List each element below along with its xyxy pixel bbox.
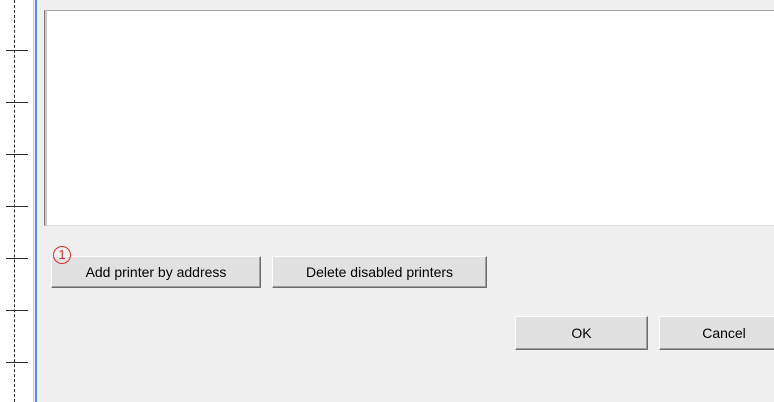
add-printer-button-label: Add printer by address <box>85 264 227 280</box>
dialog-window: Add printer by address Delete disabled p… <box>0 0 774 402</box>
delete-disabled-printers-button[interactable]: Delete disabled printers <box>272 256 487 288</box>
vertical-ruler <box>0 0 34 402</box>
ruler-tick <box>6 102 28 103</box>
ruler-tick <box>6 206 28 207</box>
ok-button-label: OK <box>571 325 592 341</box>
annotation-badge: 1 <box>53 246 71 264</box>
ruler-tick <box>6 50 28 51</box>
ruler-tick <box>6 310 28 311</box>
ruler-edge <box>33 0 34 402</box>
ruler-guide-line <box>14 0 15 402</box>
selection-accent-line <box>35 0 37 402</box>
ruler-tick <box>6 258 28 259</box>
cancel-button-label: Cancel <box>702 325 746 341</box>
add-printer-by-address-button[interactable]: Add printer by address <box>51 256 261 288</box>
ok-button[interactable]: OK <box>515 316 648 350</box>
cancel-button[interactable]: Cancel <box>659 316 774 350</box>
delete-disabled-button-label: Delete disabled printers <box>305 264 454 280</box>
printer-list[interactable] <box>44 10 774 226</box>
ruler-tick <box>6 154 28 155</box>
printer-list-inner-edge <box>45 10 47 226</box>
ruler-tick <box>6 362 28 363</box>
